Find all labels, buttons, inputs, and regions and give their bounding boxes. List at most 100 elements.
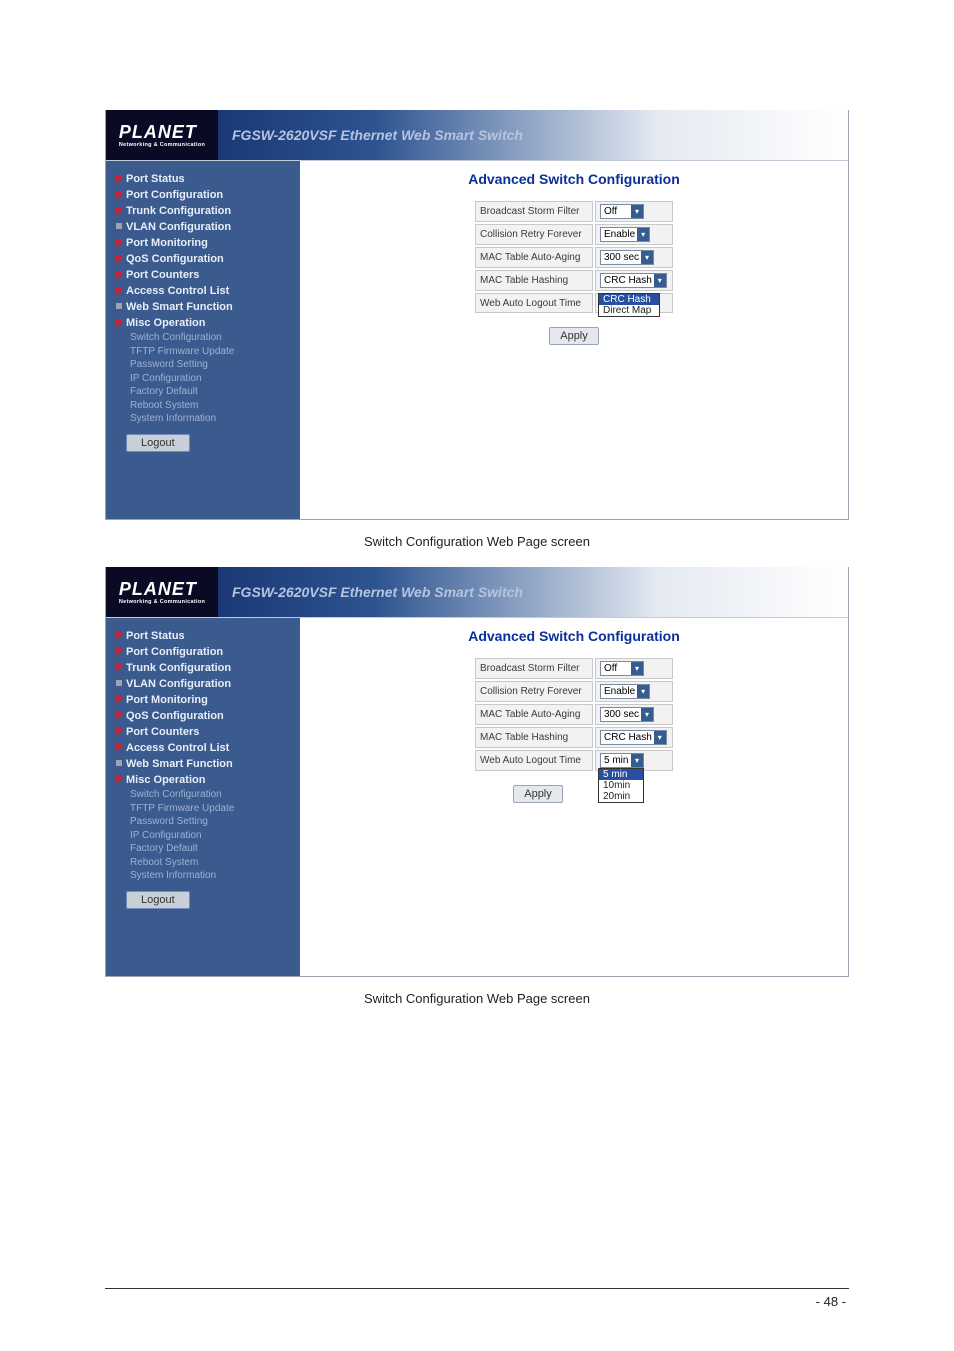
sidebar-item-port-counters[interactable]: Port Counters [116,267,290,283]
footer-divider [105,1288,849,1289]
field-label: Collision Retry Forever [475,681,593,702]
logout-time-select[interactable]: 5 min▾ [600,753,644,768]
sidebar-item-label: Port Configuration [126,189,223,201]
broadcast-filter-select[interactable]: Off▾ [600,204,644,219]
logo-subtext: Networking & Communication [119,143,205,149]
dropdown-option[interactable]: 5 min [599,769,643,780]
logout-button[interactable]: Logout [126,434,190,452]
mac-hashing-dropdown-open[interactable]: CRC Hash Direct Map [598,293,660,317]
bullet-icon [116,319,122,325]
bullet-icon [116,664,122,670]
main-content: Advanced Switch Configuration Broadcast … [300,618,848,976]
sidebar-item-port-status[interactable]: Port Status [116,171,290,187]
sidebar-item-label: Web Smart Function [126,758,233,770]
sidebar-item-label: Trunk Configuration [126,662,231,674]
table-row: Collision Retry Forever Enable▾ [475,224,673,245]
sidebar-sub-tftp-firmware[interactable]: TFTP Firmware Update [130,345,290,359]
logout-button[interactable]: Logout [126,891,190,909]
sidebar-sub-ip-configuration[interactable]: IP Configuration [130,829,290,843]
sidebar-sub-factory-default[interactable]: Factory Default [130,385,290,399]
brand-logo: PLANET Networking & Communication [106,567,218,617]
mac-auto-aging-select[interactable]: 300 sec▾ [600,707,654,722]
bullet-icon [116,680,122,686]
sidebar-sub-password-setting[interactable]: Password Setting [130,358,290,372]
collision-retry-select[interactable]: Enable▾ [600,227,650,242]
field-label: Broadcast Storm Filter [475,658,593,679]
chevron-down-icon: ▾ [637,228,649,241]
sidebar-item-port-monitoring[interactable]: Port Monitoring [116,235,290,251]
sidebar-item-label: QoS Configuration [126,710,224,722]
bullet-icon [116,223,122,229]
dropdown-option[interactable]: CRC Hash [599,294,659,305]
bullet-icon [116,287,122,293]
page-number: - 48 - [816,1294,846,1309]
sidebar-sub-switch-configuration[interactable]: Switch Configuration [130,331,290,345]
field-label: MAC Table Auto-Aging [475,247,593,268]
page-title: Advanced Switch Configuration [300,628,848,644]
mac-hashing-select[interactable]: CRC Hash▾ [600,273,667,288]
sidebar-sub-password-setting[interactable]: Password Setting [130,815,290,829]
chevron-down-icon: ▾ [631,662,643,675]
sidebar-item-qos-configuration[interactable]: QoS Configuration [116,708,290,724]
sidebar-sub-system-information[interactable]: System Information [130,412,290,426]
sidebar-sub-switch-configuration[interactable]: Switch Configuration [130,788,290,802]
sidebar-item-label: Port Monitoring [126,237,208,249]
sidebar-item-misc-operation[interactable]: Misc Operation [116,772,290,788]
apply-button[interactable]: Apply [513,785,563,803]
sidebar-sub-ip-configuration[interactable]: IP Configuration [130,372,290,386]
sidebar-item-label: Port Status [126,630,185,642]
sidebar-item-trunk-configuration[interactable]: Trunk Configuration [116,203,290,219]
field-label: Collision Retry Forever [475,224,593,245]
apply-button[interactable]: Apply [549,327,599,345]
field-label: MAC Table Auto-Aging [475,704,593,725]
table-row: Broadcast Storm Filter Off▾ [475,201,673,222]
chevron-down-icon: ▾ [637,685,649,698]
chevron-down-icon: ▾ [631,754,643,767]
bullet-icon [116,744,122,750]
sidebar-item-label: Misc Operation [126,317,205,329]
sidebar-sub-reboot-system[interactable]: Reboot System [130,399,290,413]
product-title: FGSW-2620VSF Ethernet Web Smart Switch [218,567,848,617]
sidebar-item-port-counters[interactable]: Port Counters [116,724,290,740]
sidebar-item-access-control-list[interactable]: Access Control List [116,740,290,756]
sidebar-item-port-monitoring[interactable]: Port Monitoring [116,692,290,708]
sidebar-item-port-configuration[interactable]: Port Configuration [116,187,290,203]
sidebar-item-port-configuration[interactable]: Port Configuration [116,644,290,660]
bullet-icon [116,255,122,261]
mac-auto-aging-select[interactable]: 300 sec▾ [600,250,654,265]
field-label: Broadcast Storm Filter [475,201,593,222]
bullet-icon [116,696,122,702]
settings-table: Broadcast Storm Filter Off▾ Collision Re… [473,656,675,773]
sidebar-sub-reboot-system[interactable]: Reboot System [130,856,290,870]
sidebar-item-access-control-list[interactable]: Access Control List [116,283,290,299]
bullet-icon [116,303,122,309]
sidebar-item-label: Access Control List [126,742,229,754]
sidebar-item-misc-operation[interactable]: Misc Operation [116,315,290,331]
table-row: Web Auto Logout Time CRC Hash Direct Map [475,293,673,313]
sidebar-item-web-smart-function[interactable]: Web Smart Function [116,299,290,315]
sidebar-sub-factory-default[interactable]: Factory Default [130,842,290,856]
sidebar-item-label: Access Control List [126,285,229,297]
dropdown-option[interactable]: 10min [599,780,643,791]
logout-time-dropdown-open[interactable]: 5 min 10min 20min [598,768,644,803]
table-row: MAC Table Auto-Aging 300 sec▾ [475,704,673,725]
bullet-icon [116,648,122,654]
table-row: MAC Table Hashing CRC Hash▾ [475,270,673,291]
sidebar-item-vlan-configuration[interactable]: VLAN Configuration [116,219,290,235]
field-label: Web Auto Logout Time [475,750,593,771]
sidebar-sub-tftp-firmware[interactable]: TFTP Firmware Update [130,802,290,816]
sidebar-item-web-smart-function[interactable]: Web Smart Function [116,756,290,772]
chevron-down-icon: ▾ [631,205,643,218]
dropdown-option[interactable]: Direct Map [599,305,659,316]
sidebar-sub-system-information[interactable]: System Information [130,869,290,883]
sidebar-item-trunk-configuration[interactable]: Trunk Configuration [116,660,290,676]
sidebar-item-vlan-configuration[interactable]: VLAN Configuration [116,676,290,692]
broadcast-filter-select[interactable]: Off▾ [600,661,644,676]
sidebar-item-port-status[interactable]: Port Status [116,628,290,644]
bullet-icon [116,191,122,197]
chevron-down-icon: ▾ [654,274,666,287]
sidebar-item-qos-configuration[interactable]: QoS Configuration [116,251,290,267]
dropdown-option[interactable]: 20min [599,791,643,802]
mac-hashing-select[interactable]: CRC Hash▾ [600,730,667,745]
collision-retry-select[interactable]: Enable▾ [600,684,650,699]
